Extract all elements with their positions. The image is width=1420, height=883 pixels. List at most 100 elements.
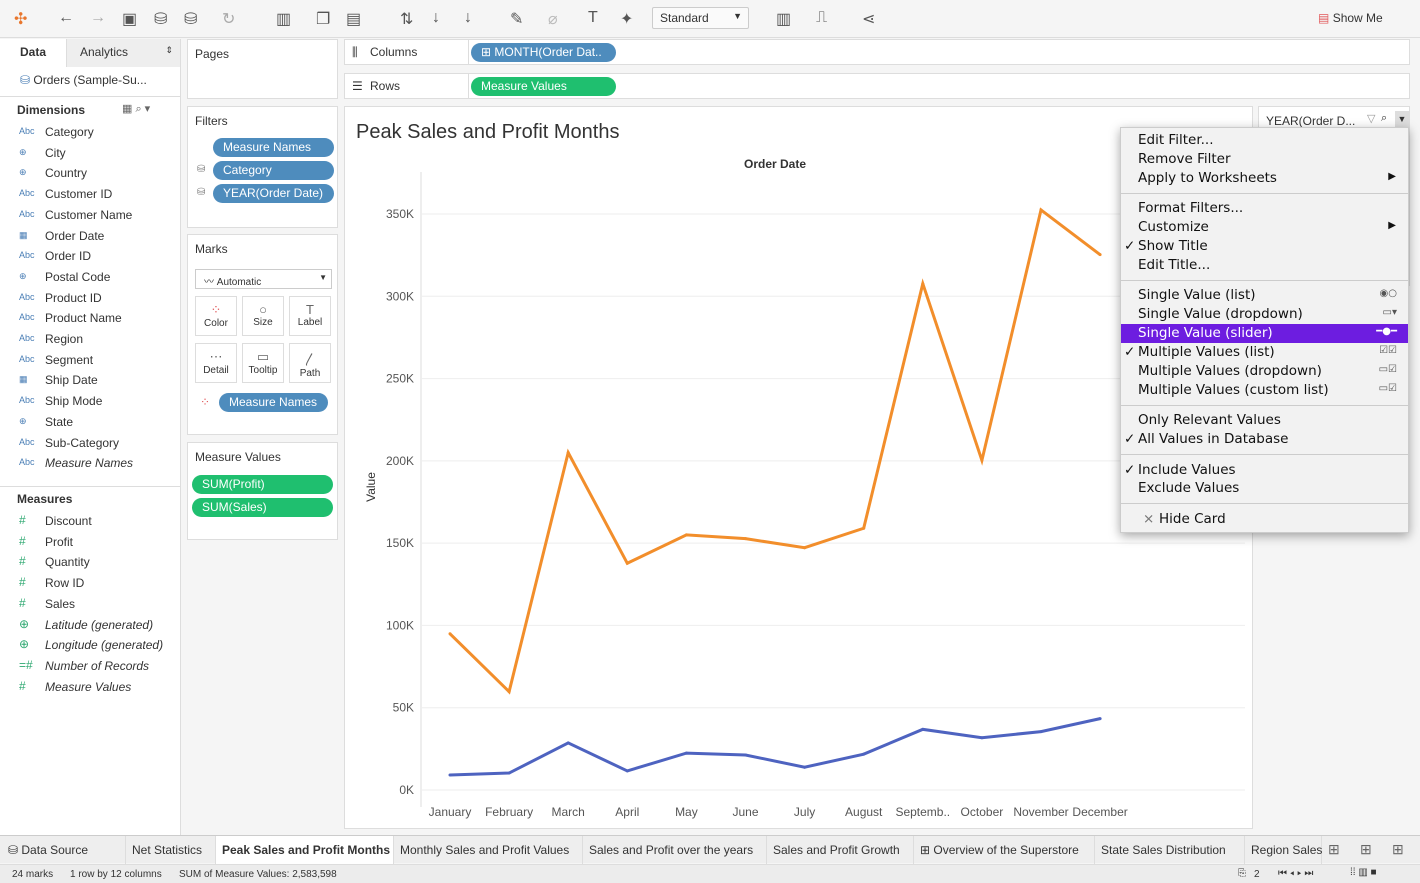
sheet-tab[interactable]: ⊞ Overview of the Superstore	[914, 836, 1095, 864]
data-point[interactable]	[625, 561, 629, 565]
menu-item[interactable]: Multiple Values (dropdown) ▭☑	[1121, 362, 1408, 381]
menu-item[interactable]: Only Relevant Values	[1121, 411, 1408, 430]
tooltip-button[interactable]: ▭ Tooltip	[242, 343, 284, 383]
swap-icon[interactable]: ⇅	[400, 9, 413, 29]
path-button[interactable]: 〳 Path	[289, 343, 331, 383]
pause-updates-icon[interactable]: ⛁	[184, 9, 197, 29]
series-line-profit[interactable]	[449, 717, 1101, 777]
field-item[interactable]: # Quantity	[0, 553, 180, 573]
new-story-icon[interactable]: ⊞	[1392, 841, 1404, 858]
menu-item[interactable]: Single Value (slider) ━●━	[1121, 324, 1408, 344]
data-point[interactable]	[684, 533, 688, 537]
cards-icon[interactable]: ▥	[776, 9, 791, 29]
data-point[interactable]	[507, 690, 511, 694]
data-point[interactable]	[448, 632, 452, 636]
rows-shelf[interactable]: ☰ Rows Measure Values	[344, 73, 1410, 99]
data-point[interactable]	[803, 765, 807, 769]
field-item[interactable]: Abc Ship Mode	[0, 392, 180, 412]
data-point[interactable]	[1098, 253, 1102, 257]
menu-item[interactable]: Single Value (list) ◉○	[1121, 286, 1408, 305]
menu-item[interactable]: × Hide Card	[1121, 510, 1408, 529]
share-icon[interactable]: ⋖	[862, 9, 875, 29]
sheet-tab[interactable]: Peak Sales and Profit Months	[216, 836, 394, 864]
new-datasource-icon[interactable]: ⛁	[154, 9, 167, 29]
menu-item[interactable]: Edit Filter...	[1121, 131, 1408, 150]
columns-pill[interactable]: ⊞ MONTH(Order Dat..	[471, 43, 616, 62]
sheet-tab[interactable]: Region Sales	[1245, 836, 1322, 864]
data-point[interactable]	[980, 458, 984, 462]
field-item[interactable]: ▦ Ship Date	[0, 371, 180, 391]
field-item[interactable]: Abc Order ID	[0, 247, 180, 267]
menu-item[interactable]: Customize ▶	[1121, 218, 1408, 237]
series-line-sales[interactable]	[448, 207, 1102, 695]
menu-item[interactable]: Format Filters...	[1121, 199, 1408, 218]
sheet-tab[interactable]: Net Statistics	[126, 836, 216, 864]
data-point[interactable]	[803, 546, 807, 550]
field-item[interactable]: ⊕ Postal Code	[0, 268, 180, 288]
field-item[interactable]: =# Number of Records	[0, 657, 180, 677]
sheet-tab[interactable]: State Sales Distribution	[1095, 836, 1245, 864]
view-size-select[interactable]: Standard ▼	[652, 7, 749, 29]
menu-item[interactable]: ✓ Multiple Values (list) ☑☑	[1121, 343, 1408, 362]
line-chart[interactable]: Peak Sales and Profit Months Order Date Va…	[345, 107, 1252, 828]
field-item[interactable]: Abc Sub-Category	[0, 434, 180, 454]
field-item[interactable]: Abc Product Name	[0, 309, 180, 329]
label-button[interactable]: T Label	[289, 296, 331, 336]
menu-item[interactable]: Remove Filter	[1121, 150, 1408, 169]
menu-item[interactable]: ✓ Show Title	[1121, 237, 1408, 256]
duplicate-icon[interactable]: ❐	[316, 9, 330, 29]
data-point[interactable]	[566, 451, 570, 455]
field-item[interactable]: Abc Category	[0, 123, 180, 143]
data-point[interactable]	[921, 727, 925, 731]
sheet-tab[interactable]: Monthly Sales and Profit Values	[394, 836, 583, 864]
data-point[interactable]	[921, 282, 925, 286]
filters-shelf[interactable]: Filters Measure Names ⛁ Category ⛁ YEAR(…	[187, 106, 338, 228]
new-worksheet-icon[interactable]: ⊞	[1328, 841, 1340, 858]
data-point[interactable]	[566, 741, 570, 745]
filter-pill-measure-names[interactable]: Measure Names	[213, 138, 334, 157]
field-item[interactable]: Abc Product ID	[0, 289, 180, 309]
group-icon[interactable]: ⌀	[548, 9, 558, 29]
layout-icons[interactable]: ⁞⁞ ▥ ■	[1350, 867, 1377, 878]
forward-icon[interactable]: →	[90, 9, 106, 27]
field-item[interactable]: ▦ Order Date	[0, 227, 180, 247]
back-icon[interactable]: ←	[58, 9, 74, 27]
mark-type-select[interactable]: 〰 Automatic ▼	[195, 269, 332, 289]
data-point[interactable]	[862, 752, 866, 756]
view-options-icon[interactable]: ▦ ⌕ ▾	[122, 102, 150, 116]
rows-pill[interactable]: Measure Values	[471, 77, 616, 96]
pin-icon[interactable]: ✦	[620, 9, 633, 29]
new-dashboard-icon[interactable]: ⊞	[1360, 841, 1372, 858]
field-item[interactable]: ⊕ Longitude (generated)	[0, 636, 180, 656]
data-point[interactable]	[980, 736, 984, 740]
menu-item[interactable]: ✓ All Values in Database	[1121, 430, 1408, 449]
field-item[interactable]: # Row ID	[0, 574, 180, 594]
field-item[interactable]: Abc Customer Name	[0, 206, 180, 226]
filter-pill-year[interactable]: YEAR(Order Date)	[213, 184, 334, 203]
highlight-icon[interactable]: ✎	[510, 9, 523, 29]
color-pill-measure-names[interactable]: Measure Names	[219, 393, 328, 412]
data-point[interactable]	[862, 526, 866, 530]
field-item[interactable]: # Sales	[0, 595, 180, 615]
filter-card-menu-button[interactable]: ▼	[1395, 111, 1409, 127]
pill-sum-profit[interactable]: SUM(Profit)	[192, 475, 333, 494]
tableau-logo-icon[interactable]: ✣	[14, 9, 27, 29]
field-item[interactable]: Abc Customer ID	[0, 185, 180, 205]
datasource-item[interactable]: ⛁ Orders (Sample-Su...	[20, 73, 147, 87]
field-item[interactable]: Abc Segment	[0, 351, 180, 371]
sort-desc-icon[interactable]: ↓	[464, 9, 472, 27]
refresh-icon[interactable]: ↻	[222, 9, 235, 29]
color-button[interactable]: ⁘ Color	[195, 296, 237, 336]
new-worksheet-icon[interactable]: ▥	[276, 9, 291, 29]
data-point[interactable]	[1098, 717, 1102, 721]
sheet-tab[interactable]: ⛁ Data Source	[0, 836, 126, 864]
data-point[interactable]	[684, 751, 688, 755]
pill-sum-sales[interactable]: SUM(Sales)	[192, 498, 333, 517]
tab-analytics[interactable]: Analytics ⇕	[66, 39, 180, 67]
field-item[interactable]: ⊕ Latitude (generated)	[0, 616, 180, 636]
columns-shelf[interactable]: ⫼ Columns ⊞ MONTH(Order Dat..	[344, 39, 1410, 65]
search-icon[interactable]: ⌕	[1381, 112, 1387, 125]
data-point[interactable]	[744, 537, 747, 541]
menu-item[interactable]: Exclude Values	[1121, 479, 1408, 498]
data-point[interactable]	[1039, 208, 1043, 212]
